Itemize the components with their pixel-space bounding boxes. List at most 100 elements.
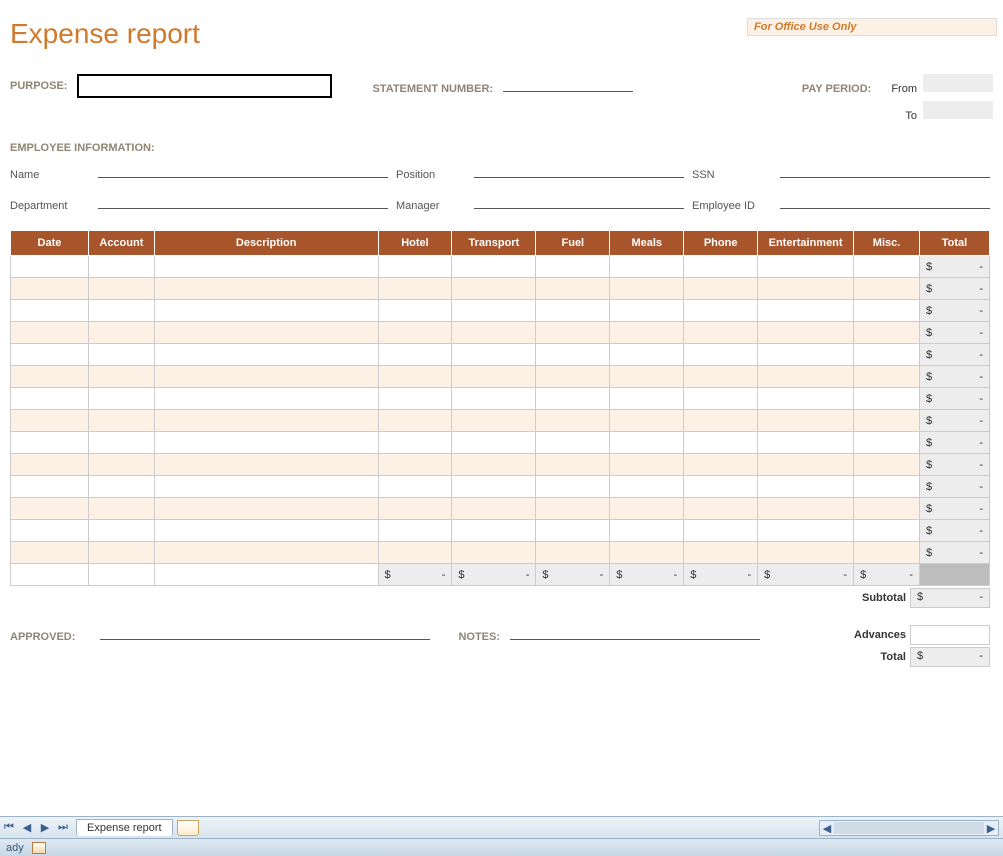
cell[interactable] bbox=[684, 542, 758, 564]
cell[interactable] bbox=[854, 520, 920, 542]
cell[interactable] bbox=[452, 366, 536, 388]
cell[interactable] bbox=[610, 498, 684, 520]
cell[interactable] bbox=[610, 432, 684, 454]
cell[interactable] bbox=[758, 278, 854, 300]
cell[interactable] bbox=[452, 498, 536, 520]
cell[interactable] bbox=[610, 300, 684, 322]
cell[interactable] bbox=[854, 366, 920, 388]
cell[interactable] bbox=[536, 278, 610, 300]
next-sheet-button[interactable]: ▶ bbox=[37, 820, 53, 836]
ssn-field[interactable] bbox=[780, 160, 990, 178]
cell[interactable] bbox=[758, 300, 854, 322]
cell[interactable] bbox=[758, 388, 854, 410]
cell[interactable] bbox=[452, 322, 536, 344]
cell[interactable] bbox=[536, 476, 610, 498]
cell[interactable] bbox=[378, 432, 452, 454]
cell[interactable] bbox=[378, 542, 452, 564]
cell[interactable] bbox=[536, 300, 610, 322]
cell[interactable] bbox=[154, 300, 378, 322]
cell[interactable] bbox=[758, 476, 854, 498]
cell[interactable] bbox=[854, 344, 920, 366]
cell[interactable] bbox=[536, 366, 610, 388]
cell[interactable] bbox=[11, 520, 89, 542]
cell[interactable] bbox=[854, 542, 920, 564]
cell[interactable] bbox=[88, 542, 154, 564]
cell[interactable] bbox=[536, 388, 610, 410]
cell[interactable] bbox=[452, 542, 536, 564]
cell[interactable] bbox=[88, 256, 154, 278]
manager-field[interactable] bbox=[474, 191, 684, 209]
cell[interactable] bbox=[378, 520, 452, 542]
cell[interactable] bbox=[684, 454, 758, 476]
cell[interactable] bbox=[758, 520, 854, 542]
cell[interactable] bbox=[11, 476, 89, 498]
cell[interactable] bbox=[758, 432, 854, 454]
cell[interactable] bbox=[684, 432, 758, 454]
cell[interactable] bbox=[154, 498, 378, 520]
cell[interactable] bbox=[684, 322, 758, 344]
cell[interactable] bbox=[11, 256, 89, 278]
cell[interactable] bbox=[154, 278, 378, 300]
purpose-input[interactable] bbox=[77, 74, 332, 98]
cell[interactable] bbox=[154, 520, 378, 542]
cell[interactable] bbox=[684, 366, 758, 388]
cell[interactable] bbox=[452, 454, 536, 476]
cell[interactable] bbox=[378, 322, 452, 344]
cell[interactable] bbox=[536, 410, 610, 432]
cell[interactable] bbox=[11, 454, 89, 476]
cell[interactable] bbox=[536, 542, 610, 564]
cell[interactable] bbox=[610, 344, 684, 366]
cell[interactable] bbox=[452, 432, 536, 454]
cell[interactable] bbox=[154, 388, 378, 410]
cell[interactable] bbox=[684, 388, 758, 410]
cell[interactable] bbox=[11, 498, 89, 520]
cell[interactable] bbox=[758, 454, 854, 476]
cell[interactable] bbox=[684, 476, 758, 498]
from-field[interactable] bbox=[923, 74, 993, 92]
cell[interactable] bbox=[378, 388, 452, 410]
cell[interactable] bbox=[154, 476, 378, 498]
cell[interactable] bbox=[610, 322, 684, 344]
cell[interactable] bbox=[452, 344, 536, 366]
cell[interactable] bbox=[536, 256, 610, 278]
cell[interactable] bbox=[610, 542, 684, 564]
cell[interactable] bbox=[610, 256, 684, 278]
cell[interactable] bbox=[684, 344, 758, 366]
cell[interactable] bbox=[154, 454, 378, 476]
cell[interactable] bbox=[758, 256, 854, 278]
cell[interactable] bbox=[684, 256, 758, 278]
cell[interactable] bbox=[536, 498, 610, 520]
advances-value[interactable] bbox=[910, 625, 990, 645]
cell[interactable] bbox=[378, 256, 452, 278]
cell[interactable] bbox=[154, 366, 378, 388]
cell[interactable] bbox=[536, 454, 610, 476]
position-field[interactable] bbox=[474, 160, 684, 178]
first-sheet-button[interactable]: ⏮ bbox=[1, 820, 17, 836]
cell[interactable] bbox=[11, 366, 89, 388]
cell[interactable] bbox=[758, 542, 854, 564]
cell[interactable] bbox=[88, 388, 154, 410]
cell[interactable] bbox=[854, 388, 920, 410]
cell[interactable] bbox=[88, 520, 154, 542]
name-field[interactable] bbox=[98, 160, 388, 178]
cell[interactable] bbox=[88, 454, 154, 476]
cell[interactable] bbox=[154, 344, 378, 366]
cell[interactable] bbox=[452, 278, 536, 300]
cell[interactable] bbox=[684, 278, 758, 300]
cell[interactable] bbox=[11, 432, 89, 454]
cell[interactable] bbox=[610, 476, 684, 498]
scroll-right-icon[interactable]: ▶ bbox=[984, 822, 998, 835]
cell[interactable] bbox=[378, 476, 452, 498]
cell[interactable] bbox=[88, 300, 154, 322]
cell[interactable] bbox=[610, 278, 684, 300]
cell[interactable] bbox=[854, 476, 920, 498]
cell[interactable] bbox=[684, 498, 758, 520]
cell[interactable] bbox=[88, 432, 154, 454]
cell[interactable] bbox=[758, 498, 854, 520]
cell[interactable] bbox=[11, 278, 89, 300]
cell[interactable] bbox=[610, 388, 684, 410]
cell[interactable] bbox=[610, 454, 684, 476]
scroll-left-icon[interactable]: ◀ bbox=[820, 822, 834, 835]
cell[interactable] bbox=[11, 410, 89, 432]
cell[interactable] bbox=[378, 366, 452, 388]
